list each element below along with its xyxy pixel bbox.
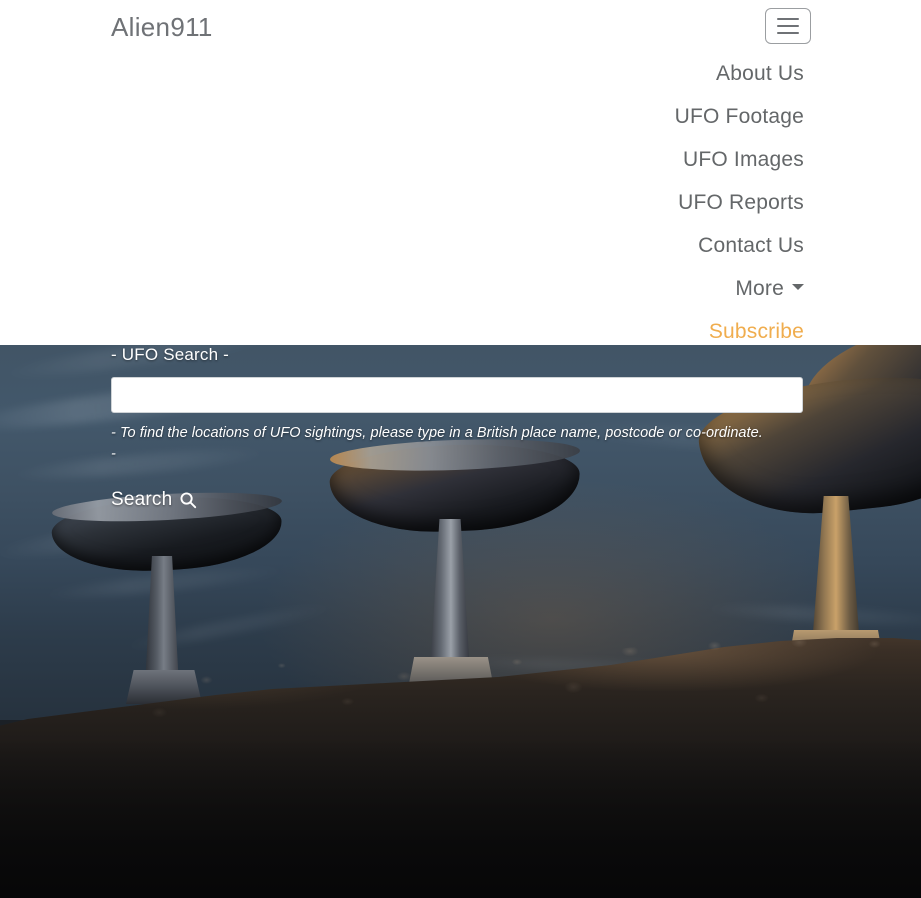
page-root: - UFO Search - - To find the locations o… [0, 0, 921, 898]
hamburger-bar [777, 18, 799, 20]
nav-item: Subscribe [384, 310, 804, 353]
nav-link-label: UFO Reports [678, 191, 804, 214]
nav-link-label: About Us [716, 62, 804, 85]
nav-link-ufo-images[interactable]: UFO Images [384, 138, 804, 181]
nav-link-contact-us[interactable]: Contact Us [384, 224, 804, 267]
nav-link-label: UFO Images [682, 148, 804, 171]
search-button-label: Search [111, 489, 173, 510]
nav-link-ufo-footage[interactable]: UFO Footage [384, 95, 804, 138]
brand-logo[interactable]: Alien911 [111, 12, 213, 43]
nav-item: UFO Reports [384, 181, 804, 224]
nav-link-about-us[interactable]: About Us [384, 52, 804, 95]
hamburger-bar [777, 25, 799, 27]
nav-link-ufo-reports[interactable]: UFO Reports [384, 181, 804, 224]
ufo-search-panel: - UFO Search - - To find the locations o… [111, 344, 803, 511]
nav-menu: About Us UFO Footage UFO Images UFO Repo… [384, 52, 804, 353]
nav-item: UFO Images [384, 138, 804, 181]
hamburger-menu-icon[interactable] [765, 8, 811, 44]
nav-item: UFO Footage [384, 95, 804, 138]
search-hint-text: - To find the locations of UFO sightings… [111, 425, 763, 462]
magnifier-icon [179, 491, 197, 509]
chevron-down-icon [792, 284, 804, 291]
search-button[interactable]: Search [111, 489, 197, 511]
nav-item: About Us [384, 52, 804, 95]
nav-link-subscribe[interactable]: Subscribe [384, 310, 804, 353]
ground-shadow-gradient [0, 740, 921, 898]
hamburger-bar [777, 32, 799, 34]
nav-link-label: More [735, 277, 784, 300]
nav-item: Contact Us [384, 224, 804, 267]
nav-link-more[interactable]: More [384, 267, 804, 310]
search-input[interactable] [111, 377, 803, 413]
nav-link-label: Subscribe [708, 320, 804, 343]
nav-item: More [384, 267, 804, 310]
nav-link-label: UFO Footage [674, 105, 804, 128]
navbar: Alien911 About Us UFO Footage UFO Images… [0, 0, 921, 345]
nav-link-label: Contact Us [698, 234, 804, 257]
